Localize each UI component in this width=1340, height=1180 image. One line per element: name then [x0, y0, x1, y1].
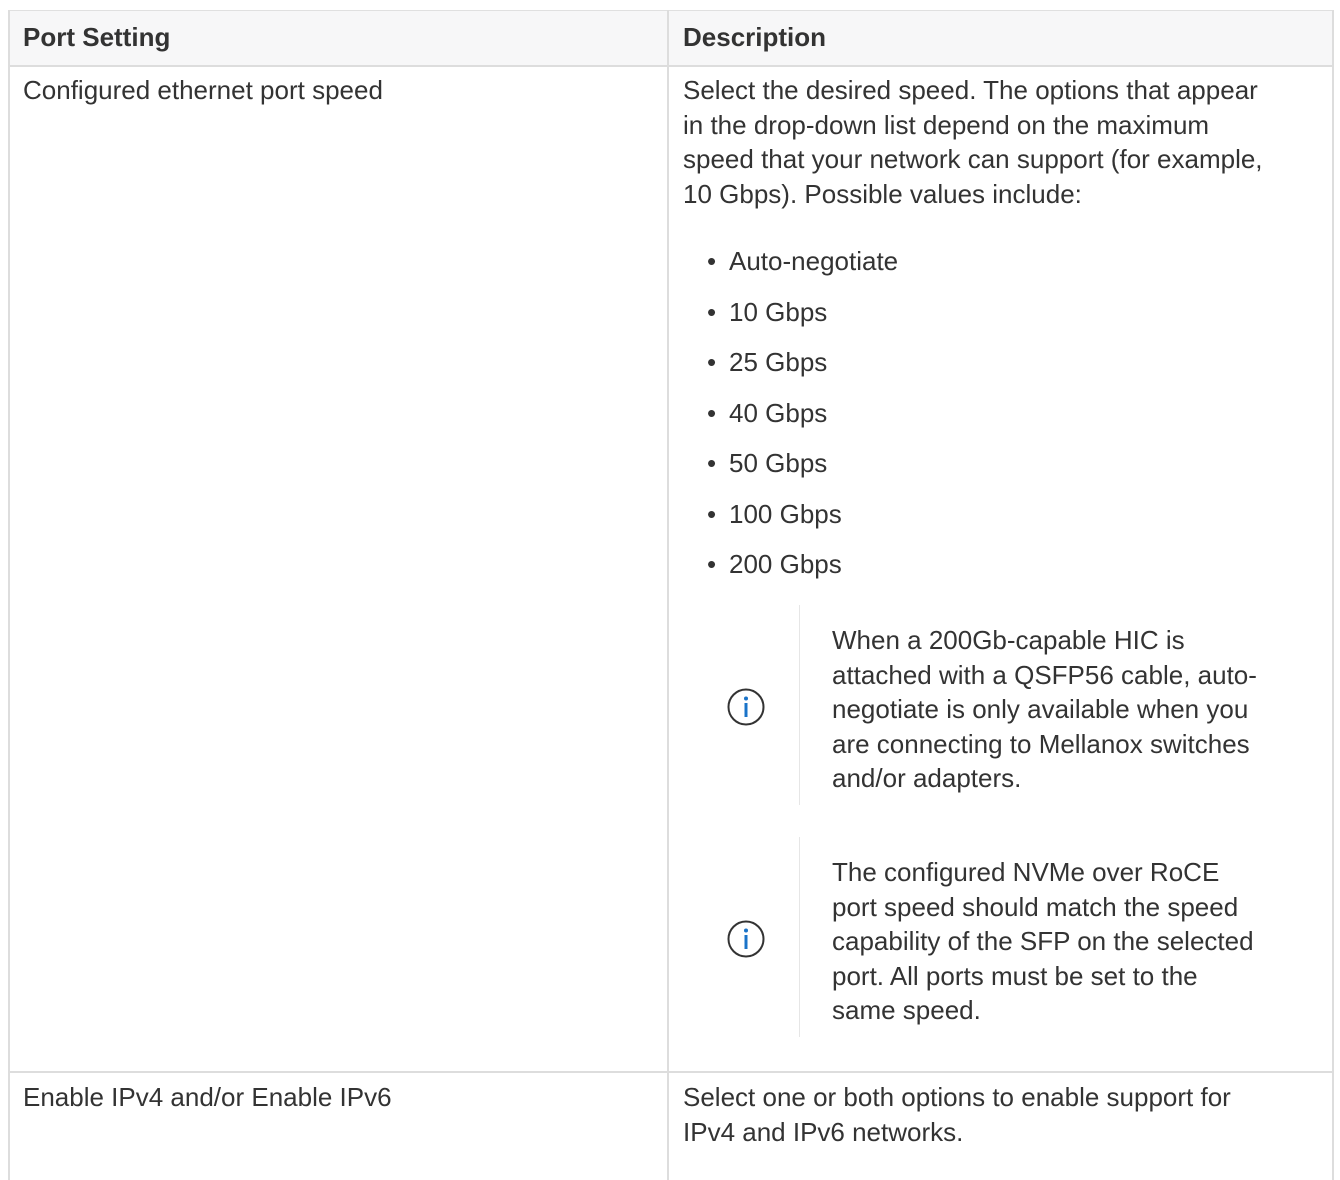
list-item: • Auto-negotiate: [707, 244, 898, 295]
list-item: • 25 Gbps: [707, 345, 898, 396]
bullet: •: [707, 448, 717, 478]
header-port-setting: Port Setting: [23, 22, 171, 52]
list-item: • 40 Gbps: [707, 396, 898, 447]
desc-line: in the drop-down list depend on the maxi…: [683, 109, 1210, 140]
option-label: 100 Gbps: [729, 498, 842, 529]
list-item: • 50 Gbps: [707, 446, 898, 497]
desc-line: Select one or both options to enable sup…: [683, 1082, 1231, 1112]
row-divider: [8, 1071, 1334, 1073]
note-text: When a 200Gb-capable HIC is attached wit…: [832, 623, 1302, 796]
setting-enable-ip: Enable IPv4 and/or Enable IPv6: [23, 1082, 392, 1112]
bullet: •: [707, 246, 717, 276]
note-line: port speed should match the speed: [832, 891, 1239, 922]
desc-line: IPv4 and IPv6 networks.: [683, 1116, 964, 1147]
note-line: When a 200Gb-capable HIC is: [832, 625, 1185, 655]
admonition-note: When a 200Gb-capable HIC is attached wit…: [708, 605, 1318, 805]
note-line: negotiate is only available when you: [832, 694, 1249, 724]
note-line: capability of the SFP on the selected: [832, 926, 1254, 956]
note-line: and/or adapters.: [832, 763, 1022, 793]
table-header: [8, 10, 1334, 65]
header-divider: [8, 65, 1334, 67]
option-label: 50 Gbps: [729, 448, 828, 478]
description-enable-ip: Select one or both options to enable sup…: [683, 1080, 1313, 1149]
note-line: are connecting to Mellanox switches: [832, 728, 1250, 759]
info-icon: [727, 688, 765, 726]
desc-line: Select the desired speed. The options th…: [683, 75, 1258, 105]
desc-line: speed that your network can support (for…: [683, 144, 1263, 174]
table-top-border: [8, 10, 1334, 11]
bullet: •: [707, 347, 717, 377]
note-line: The configured NVMe over RoCE: [832, 857, 1220, 887]
port-settings-table: Port Setting Description Configured ethe…: [8, 10, 1334, 1180]
table-left-border: [8, 10, 10, 1180]
option-label: 200 Gbps: [729, 549, 842, 579]
list-item: • 100 Gbps: [707, 497, 898, 548]
bullet: •: [707, 397, 717, 428]
bullet: •: [707, 549, 717, 579]
info-icon: [727, 920, 765, 958]
note-line: same speed.: [832, 995, 981, 1025]
list-item: • 10 Gbps: [707, 295, 898, 346]
bullet: •: [707, 296, 717, 327]
note-text: The configured NVMe over RoCE port speed…: [832, 855, 1302, 1028]
header-description: Description: [683, 22, 827, 52]
column-divider: [667, 10, 669, 1180]
description-port-speed: Select the desired speed. The options th…: [683, 73, 1313, 211]
note-line: attached with a QSFP56 cable, auto-: [832, 659, 1257, 690]
option-label: 10 Gbps: [729, 296, 828, 327]
list-item: • 200 Gbps: [707, 547, 898, 598]
note-rule: [799, 837, 800, 1037]
note-rule: [799, 605, 800, 805]
option-label: 25 Gbps: [729, 347, 828, 377]
table-right-border: [1332, 10, 1334, 1180]
note-line: port. All ports must be set to the: [832, 960, 1198, 991]
speed-options-list: • Auto-negotiate • 10 Gbps • 25 Gbps • 40 Gb…: [707, 244, 898, 598]
desc-line: 10 Gbps). Possible values include:: [683, 178, 1082, 209]
bullet: •: [707, 498, 717, 529]
option-label: 40 Gbps: [729, 397, 828, 428]
admonition-note: The configured NVMe over RoCE port speed…: [708, 837, 1318, 1037]
setting-port-speed: Configured ethernet port speed: [23, 75, 383, 105]
option-label: Auto-negotiate: [729, 246, 899, 276]
